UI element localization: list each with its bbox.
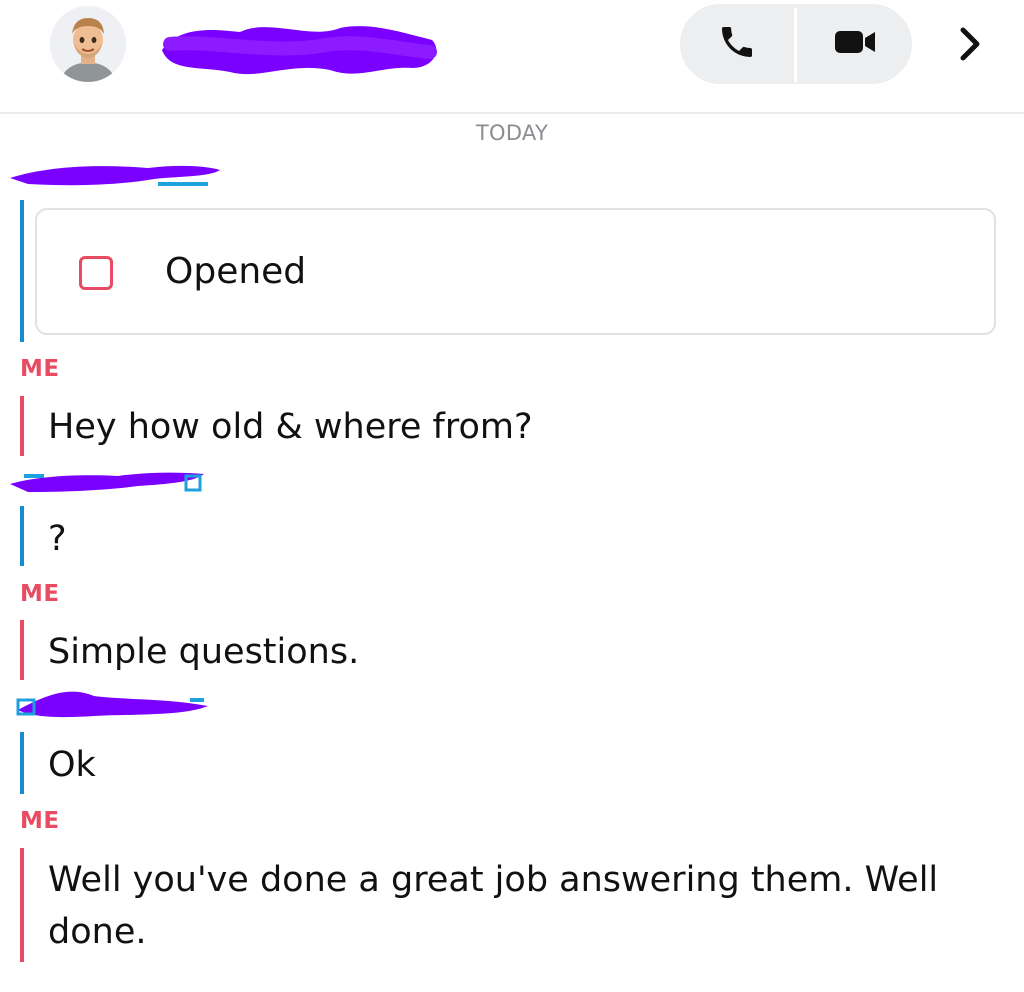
message-bar-me [20, 396, 24, 456]
message-text: Simple questions. [48, 632, 360, 672]
sender-label-me: ME [20, 808, 60, 834]
contact-name-redaction [150, 10, 450, 84]
message-bar-them [20, 506, 24, 566]
bitmoji-avatar-icon[interactable] [50, 6, 126, 82]
sender-name-redaction [8, 466, 208, 504]
message-bar-them [20, 732, 24, 794]
video-camera-icon [833, 27, 877, 61]
opened-snap-card[interactable]: Opened [35, 208, 996, 335]
message-text: ? [48, 519, 67, 559]
message-text: Ok [48, 745, 96, 785]
sender-label-me: ME [20, 581, 60, 607]
call-divider [794, 8, 797, 82]
message-text: Well you've done a great job answering t… [48, 860, 939, 952]
chevron-right-icon[interactable] [946, 20, 994, 68]
chat-header [0, 0, 1024, 114]
sender-name-redaction [8, 156, 223, 200]
sender-label-me: ME [20, 356, 60, 382]
sender-name-redaction [14, 686, 214, 726]
voice-call-button[interactable] [680, 4, 794, 84]
unopened-snap-square-icon [79, 256, 113, 290]
message-bar-me [20, 848, 24, 962]
date-separator: TODAY [475, 121, 549, 145]
message-text: Hey how old & where from? [48, 407, 533, 447]
phone-icon [717, 22, 757, 66]
call-buttons-group [680, 4, 912, 84]
video-call-button[interactable] [798, 4, 912, 84]
opened-status-label: Opened [165, 251, 307, 292]
message-bar-them [20, 200, 24, 342]
message-bar-me [20, 620, 24, 680]
